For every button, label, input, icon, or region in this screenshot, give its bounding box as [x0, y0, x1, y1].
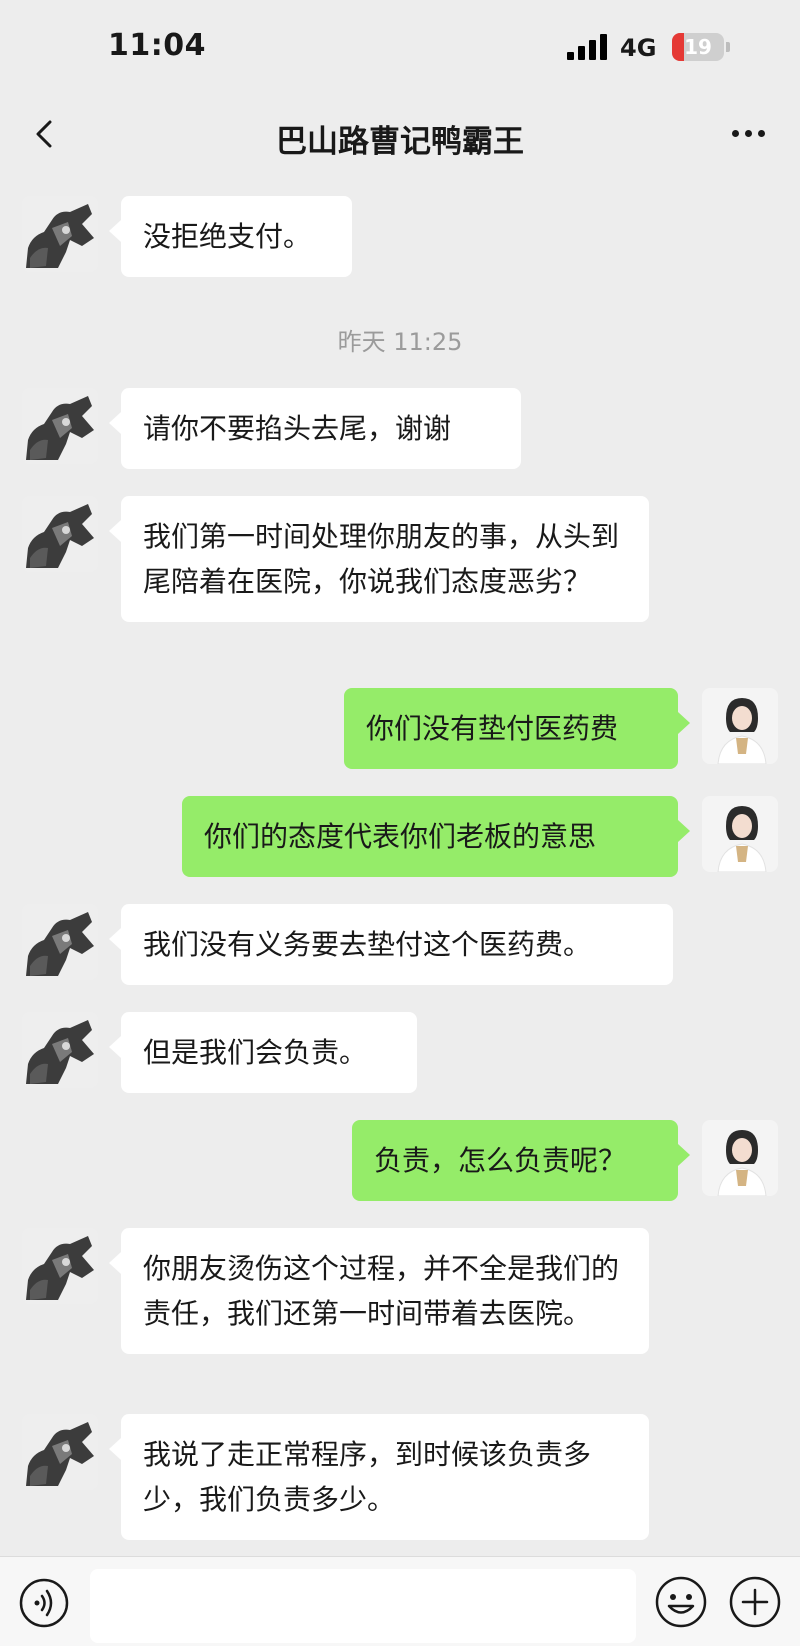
- more-dots-icon[interactable]: [728, 118, 768, 148]
- message-text: 你朋友烫伤这个过程，并不全是我们的责任，我们还第一时间带着去医院。: [143, 1252, 620, 1330]
- timestamp: 昨天 11:25: [337, 328, 463, 356]
- message-text: 我说了走正常程序，到时候该负责多少，我们负责多少。: [143, 1438, 592, 1516]
- message-text: 请你不要掐头去尾，谢谢: [143, 412, 452, 445]
- message-list: 没拒绝支付。 昨天 11:25 请你不要掐头去尾，谢谢 我们第一时间处理你朋友的…: [0, 176, 800, 1556]
- user-avatar[interactable]: [702, 796, 778, 872]
- message-bubble[interactable]: 没拒绝支付。: [109, 196, 352, 277]
- chat-header: 巴山路曹记鸭霸王: [0, 96, 800, 176]
- message-text: 我们第一时间处理你朋友的事，从头到尾陪着在医院，你说我们态度恶劣？: [143, 520, 620, 598]
- contact-avatar[interactable]: [22, 196, 98, 272]
- user-avatar[interactable]: [702, 688, 778, 764]
- message-bubble[interactable]: 负责，怎么负责呢？: [352, 1120, 690, 1201]
- signal-icon: [567, 34, 611, 60]
- message-bubble[interactable]: 我说了走正常程序，到时候该负责多少，我们负责多少。: [109, 1414, 649, 1540]
- message-bubble[interactable]: 请你不要掐头去尾，谢谢: [109, 388, 521, 469]
- message-bubble[interactable]: 你们没有垫付医药费: [344, 688, 690, 769]
- contact-avatar[interactable]: [22, 1012, 98, 1088]
- message-bubble[interactable]: 我们没有义务要去垫付这个医药费。: [109, 904, 673, 985]
- message-text: 你们没有垫付医药费: [366, 712, 619, 745]
- status-time: 11:04: [108, 28, 206, 63]
- contact-avatar[interactable]: [22, 496, 98, 572]
- message-input[interactable]: [90, 1569, 636, 1643]
- user-avatar[interactable]: [702, 1120, 778, 1196]
- contact-avatar[interactable]: [22, 388, 98, 464]
- input-bar: [0, 1556, 800, 1646]
- contact-avatar[interactable]: [22, 1228, 98, 1304]
- message-bubble[interactable]: 你朋友烫伤这个过程，并不全是我们的责任，我们还第一时间带着去医院。: [109, 1228, 649, 1354]
- message-text: 负责，怎么负责呢？: [374, 1144, 627, 1177]
- message-text: 你们的态度代表你们老板的意思: [204, 820, 597, 853]
- message-text: 我们没有义务要去垫付这个医药费。: [143, 928, 592, 961]
- plus-icon[interactable]: [728, 1575, 782, 1629]
- message-bubble[interactable]: 但是我们会负责。: [109, 1012, 417, 1093]
- chat-title: 巴山路曹记鸭霸王: [276, 124, 524, 160]
- battery-level: 19: [684, 35, 712, 59]
- message-text: 但是我们会负责。: [143, 1036, 368, 1069]
- battery-icon: 19: [672, 33, 724, 61]
- message-bubble[interactable]: 你们的态度代表你们老板的意思: [182, 796, 690, 877]
- message-text: 没拒绝支付。: [143, 220, 312, 253]
- message-bubble[interactable]: 我们第一时间处理你朋友的事，从头到尾陪着在医院，你说我们态度恶劣？: [109, 496, 649, 622]
- contact-avatar[interactable]: [22, 1414, 98, 1490]
- contact-avatar[interactable]: [22, 904, 98, 980]
- emoji-icon[interactable]: [654, 1575, 708, 1629]
- network-type: 4G: [620, 34, 657, 62]
- status-bar: 11:04 4G 19: [0, 0, 800, 96]
- voice-icon[interactable]: [18, 1577, 70, 1629]
